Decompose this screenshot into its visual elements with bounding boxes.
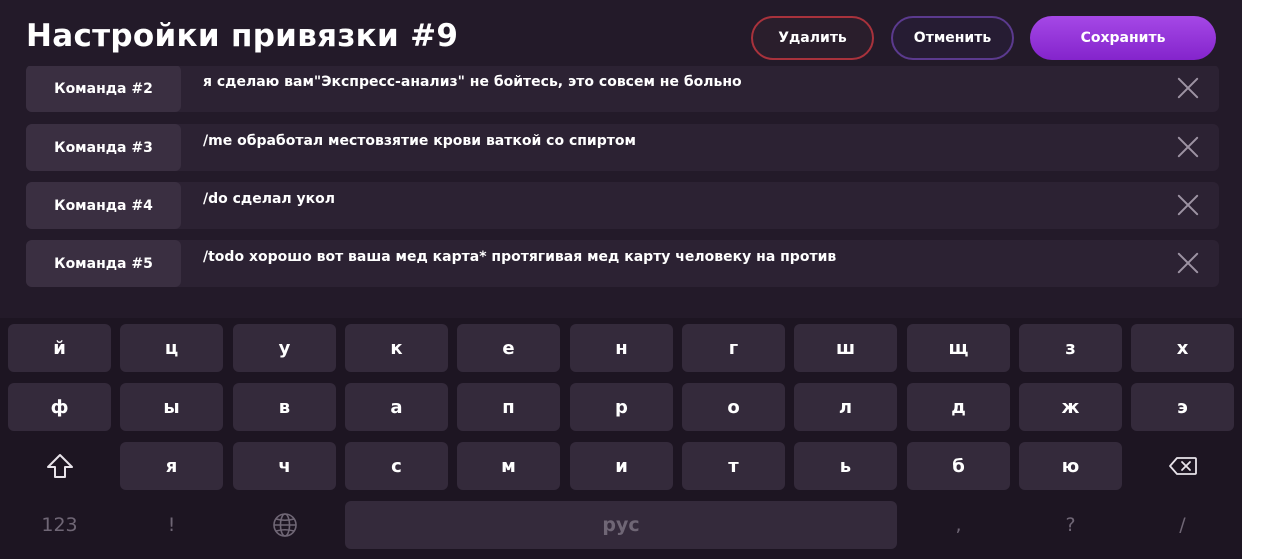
- key-ч[interactable]: ч: [233, 442, 336, 490]
- key-г[interactable]: г: [682, 324, 785, 372]
- shift-arrow-icon: [46, 454, 73, 478]
- globe-icon: [272, 513, 297, 537]
- save-button[interactable]: Сохранить: [1030, 16, 1216, 60]
- command-label: Команда #3: [26, 124, 181, 171]
- key-ф[interactable]: ф: [8, 383, 111, 431]
- comma-key[interactable]: ,: [907, 501, 1010, 549]
- key-с[interactable]: с: [345, 442, 448, 490]
- key-а[interactable]: а: [345, 383, 448, 431]
- shift-key[interactable]: [8, 442, 111, 490]
- command-text-input[interactable]: /do сделал укол: [203, 191, 1159, 207]
- key-р[interactable]: р: [570, 383, 673, 431]
- key-д[interactable]: д: [907, 383, 1010, 431]
- remove-command-icon[interactable]: [1177, 252, 1199, 274]
- cancel-button[interactable]: Отменить: [891, 16, 1014, 60]
- key-м[interactable]: м: [457, 442, 560, 490]
- key-й[interactable]: й: [8, 324, 111, 372]
- remove-command-icon[interactable]: [1177, 194, 1199, 216]
- key-у[interactable]: у: [233, 324, 336, 372]
- key-п[interactable]: п: [457, 383, 560, 431]
- command-row: Команда #5 /todo хорошо вот ваша мед кар…: [26, 240, 1219, 287]
- key-э[interactable]: э: [1131, 383, 1234, 431]
- space-key[interactable]: рус: [345, 501, 897, 549]
- command-row: Команда #4 /do сделал укол: [26, 182, 1219, 229]
- command-row: Команда #3 /me обработал местовзятие кро…: [26, 124, 1219, 171]
- command-text-input[interactable]: /me обработал местовзятие крови ваткой с…: [203, 133, 1159, 149]
- page-title: Настройки привязки #9: [26, 18, 459, 54]
- key-ы[interactable]: ы: [120, 383, 223, 431]
- remove-command-icon[interactable]: [1177, 77, 1199, 99]
- key-б[interactable]: б: [907, 442, 1010, 490]
- command-text-input[interactable]: я сделаю вам"Экспресс-анализ" не бойтесь…: [203, 74, 1159, 90]
- on-screen-keyboard: й ц у к е н г ш щ з х ф ы в а п р о л д …: [0, 318, 1242, 559]
- key-з[interactable]: з: [1019, 324, 1122, 372]
- language-key[interactable]: [233, 501, 336, 549]
- backspace-icon: [1168, 457, 1197, 475]
- key-ц[interactable]: ц: [120, 324, 223, 372]
- backspace-key[interactable]: [1131, 442, 1234, 490]
- key-к[interactable]: к: [345, 324, 448, 372]
- screen-edge: [1242, 0, 1280, 559]
- key-о[interactable]: о: [682, 383, 785, 431]
- binding-settings-screen: Настройки привязки #9 Удалить Отменить С…: [0, 0, 1242, 559]
- key-я[interactable]: я: [120, 442, 223, 490]
- key-т[interactable]: т: [682, 442, 785, 490]
- remove-command-icon[interactable]: [1177, 136, 1199, 158]
- command-label: Команда #2: [26, 66, 181, 112]
- key-л[interactable]: л: [794, 383, 897, 431]
- key-щ[interactable]: щ: [907, 324, 1010, 372]
- key-в[interactable]: в: [233, 383, 336, 431]
- key-ю[interactable]: ю: [1019, 442, 1122, 490]
- key-ш[interactable]: ш: [794, 324, 897, 372]
- slash-key[interactable]: /: [1131, 501, 1234, 549]
- command-row: Команда #2 я сделаю вам"Экспресс-анализ"…: [26, 66, 1219, 112]
- command-label: Команда #4: [26, 182, 181, 229]
- exclamation-key[interactable]: !: [120, 501, 223, 549]
- delete-button[interactable]: Удалить: [751, 16, 874, 60]
- command-text-input[interactable]: /todo хорошо вот ваша мед карта* протяги…: [203, 249, 1159, 265]
- numbers-key[interactable]: 123: [8, 501, 111, 549]
- key-х[interactable]: х: [1131, 324, 1234, 372]
- command-label: Команда #5: [26, 240, 181, 287]
- key-ж[interactable]: ж: [1019, 383, 1122, 431]
- key-е[interactable]: е: [457, 324, 560, 372]
- key-и[interactable]: и: [570, 442, 673, 490]
- key-н[interactable]: н: [570, 324, 673, 372]
- command-list[interactable]: Команда #2 я сделаю вам"Экспресс-анализ"…: [26, 66, 1219, 292]
- key-ь[interactable]: ь: [794, 442, 897, 490]
- question-key[interactable]: ?: [1019, 501, 1122, 549]
